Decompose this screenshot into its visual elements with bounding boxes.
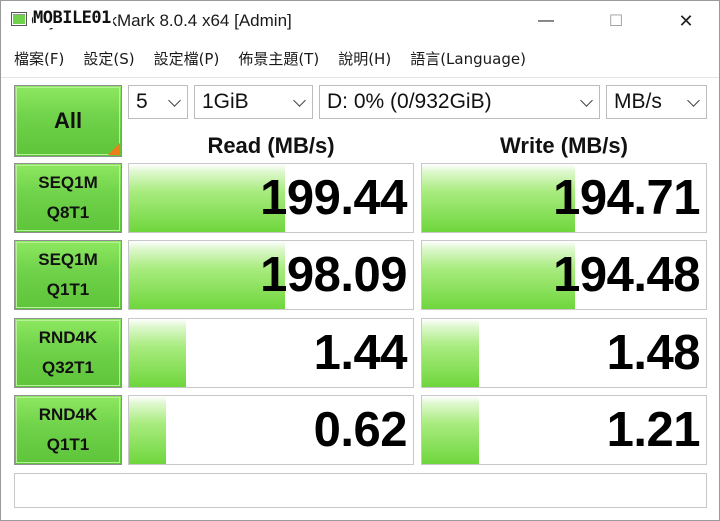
close-button[interactable]: ✕: [663, 1, 709, 41]
write-value: 1.48: [606, 326, 701, 380]
test-size-value: 1GiB: [202, 90, 249, 113]
write-progress-bar: [422, 396, 479, 464]
test-queue: Q8T1: [46, 203, 90, 222]
read-value: 1.44: [313, 326, 408, 380]
menu-settings[interactable]: 設定(S): [76, 45, 141, 72]
read-value: 199.44: [260, 171, 407, 225]
write-progress-bar: [422, 319, 479, 387]
comment-field[interactable]: [14, 473, 707, 508]
test-name: RND4K: [38, 328, 98, 347]
write-column-header: Write (MB/s): [500, 133, 628, 158]
menu-divider: [1, 77, 719, 78]
menu-profile[interactable]: 設定檔(P): [147, 45, 227, 72]
test-name: SEQ1M: [38, 250, 98, 269]
minimize-button[interactable]: —: [523, 1, 569, 41]
test-queue: Q32T1: [42, 358, 94, 377]
corner-indicator-icon: [108, 143, 120, 155]
read-result-seq1m-q8t1: 199.44: [128, 163, 414, 233]
write-value: 194.71: [553, 171, 700, 225]
read-result-rnd4k-q32t1: 1.44: [128, 318, 414, 388]
read-column-header: Read (MB/s): [207, 133, 335, 158]
read-value: 0.62: [313, 403, 408, 457]
maximize-button[interactable]: ☐: [593, 1, 639, 41]
app-window: CrystalDiskMark 8.0.4 x64 [Admin] MOBILE…: [0, 0, 720, 521]
write-result-rnd4k-q32t1: 1.48: [421, 318, 707, 388]
test-name: SEQ1M: [38, 173, 98, 192]
all-button-label: All: [53, 108, 83, 133]
app-icon: [11, 12, 27, 26]
menu-theme[interactable]: 佈景主題(T): [231, 45, 326, 72]
test-name: RND4K: [38, 405, 98, 424]
test-queue: Q1T1: [46, 280, 90, 299]
title-bar[interactable]: CrystalDiskMark 8.0.4 x64 [Admin] MOBILE…: [1, 1, 719, 41]
all-tests-button[interactable]: All: [14, 85, 122, 157]
chevron-down-icon: [168, 94, 181, 107]
read-progress-bar: [129, 396, 166, 464]
test-button-seq1m-q8t1[interactable]: SEQ1M Q8T1: [14, 163, 122, 233]
test-button-rnd4k-q32t1[interactable]: RND4K Q32T1: [14, 318, 122, 388]
write-result-seq1m-q1t1: 194.48: [421, 240, 707, 310]
test-count-select[interactable]: 5: [128, 85, 188, 119]
chevron-down-icon: [687, 94, 700, 107]
chevron-down-icon: [580, 94, 593, 107]
test-queue: Q1T1: [46, 435, 90, 454]
unit-value: MB/s: [614, 90, 662, 113]
write-value: 194.48: [553, 248, 700, 302]
read-value: 198.09: [260, 248, 407, 302]
read-result-rnd4k-q1t1: 0.62: [128, 395, 414, 465]
menu-bar: 檔案(F) 設定(S) 設定檔(P) 佈景主題(T) 說明(H) 語言(Lang…: [1, 41, 719, 75]
write-result-rnd4k-q1t1: 1.21: [421, 395, 707, 465]
test-count-value: 5: [136, 90, 148, 113]
test-button-rnd4k-q1t1[interactable]: RND4K Q1T1: [14, 395, 122, 465]
test-size-select[interactable]: 1GiB: [194, 85, 313, 119]
watermark-logo: MOBILE01: [33, 8, 113, 28]
menu-language[interactable]: 語言(Language): [403, 45, 533, 72]
chevron-down-icon: [293, 94, 306, 107]
read-result-seq1m-q1t1: 198.09: [128, 240, 414, 310]
menu-file[interactable]: 檔案(F): [7, 45, 71, 72]
read-progress-bar: [129, 319, 186, 387]
menu-help[interactable]: 說明(H): [331, 45, 398, 72]
write-result-seq1m-q8t1: 194.71: [421, 163, 707, 233]
drive-value: D: 0% (0/932GiB): [327, 90, 492, 113]
drive-select[interactable]: D: 0% (0/932GiB): [319, 85, 600, 119]
unit-select[interactable]: MB/s: [606, 85, 707, 119]
write-value: 1.21: [606, 403, 701, 457]
test-button-seq1m-q1t1[interactable]: SEQ1M Q1T1: [14, 240, 122, 310]
